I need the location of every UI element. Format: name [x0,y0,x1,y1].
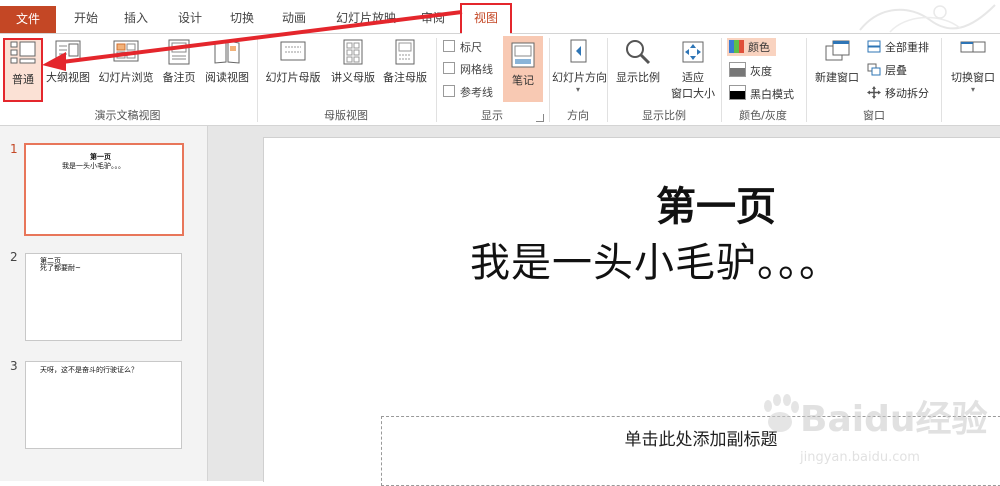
notes-icon [511,42,535,68]
normal-view-icon [10,41,36,64]
outline-view-icon [55,40,81,62]
zoom-button[interactable]: 显示比例 [612,38,664,85]
thumbnail-text: 死了都要耐~ [40,264,81,272]
ribbon-tab-bar: 文件 开始 插入 设计 切换 动画 幻灯片放映 审阅 视图 [0,0,1000,34]
slide-master-button[interactable]: 幻灯片母版 [262,38,324,85]
group-label: 母版视图 [324,109,368,122]
group-master-views: 幻灯片母版 讲义母版 备注母版 母版视图 [258,34,434,125]
group-label: 显示比例 [642,109,686,122]
tab-home[interactable]: 开始 [66,6,106,30]
color-swatch-icon [729,40,744,53]
switch-windows-button[interactable]: 切换窗口 ▾ [947,38,999,94]
handout-master-button[interactable]: 讲义母版 [328,38,378,85]
group-label: 窗口 [863,109,885,122]
chevron-down-icon: ▾ [575,85,580,94]
dialog-launcher-icon[interactable] [536,114,544,122]
group-window: 新建窗口 全部重排 层叠 移动拆分 切换窗口 ▾ 窗口 [807,34,1000,125]
ruler-checkbox[interactable]: 标尺 [443,39,482,55]
guides-checkbox[interactable]: 参考线 [443,84,493,100]
slide-master-icon [280,41,306,61]
checkbox-box [443,40,455,52]
group-separator [941,38,942,122]
thumbnail-title: 天呀，这不是奋斗的行驶证么？ [40,366,138,374]
group-label: 演示文稿视图 [94,109,161,122]
fit-to-window-icon [682,41,704,63]
notes-master-icon [395,39,415,65]
slide-number: 1 [10,142,18,156]
normal-view-button[interactable]: 普通 [3,38,43,102]
slide-thumbnail-1[interactable]: 第一页 我是一头小毛驴。。。 [24,143,184,236]
notes-master-button[interactable]: 备注母版 [380,38,430,85]
watermark-text: Baidu经验 [800,399,988,440]
grayscale-button[interactable]: 灰度 [729,62,772,79]
watermark-url: jingyan.baidu.com [800,450,920,465]
ribbon-view: 普通 大纲视图 幻灯片浏览 备注页 阅读视图 演示文稿视图 幻灯片母版 讲义母版… [0,34,1000,126]
slide-thumbnail-3[interactable]: 天呀，这不是奋斗的行驶证么？ [25,361,182,449]
checkbox-box [443,85,455,97]
reading-view-button[interactable]: 阅读视图 [202,38,252,85]
switch-windows-icon [960,41,986,53]
tab-insert[interactable]: 插入 [116,6,156,30]
slide-thumbnail-2[interactable]: 第二页 死了都要耐~ [25,253,182,341]
move-split-icon [867,86,881,99]
tab-animations[interactable]: 动画 [274,6,314,30]
paw-logo-icon [764,394,799,432]
group-label: 方向 [567,109,589,122]
group-zoom: 显示比例 适应 窗口大小 显示比例 [608,34,720,125]
slide-number: 2 [10,250,18,264]
thumbnail-title: 第一页 [90,153,111,161]
group-label: 显示 [481,109,503,122]
chevron-down-icon: ▾ [970,85,975,94]
tab-design[interactable]: 设计 [170,6,210,30]
cascade-icon [867,63,881,76]
checkbox-box [443,62,455,74]
cascade-button[interactable]: 层叠 [867,62,907,78]
reading-view-icon [214,40,240,64]
black-white-swatch-icon [729,85,746,100]
notes-toggle-button[interactable]: 笔记 [503,36,543,102]
tab-transitions[interactable]: 切换 [222,6,262,30]
thumbnail-text: 我是一头小毛驴。。。 [62,162,125,170]
color-button[interactable]: 颜色 [727,38,776,56]
group-color-grayscale: 颜色 灰度 黑白模式 颜色/灰度 [722,34,804,125]
new-window-icon [825,40,850,61]
group-orientation: 幻灯片方向 ▾ 方向 [550,34,607,125]
grayscale-swatch-icon [729,62,746,77]
gridlines-checkbox[interactable]: 网格线 [443,61,493,77]
tab-slideshow[interactable]: 幻灯片放映 [326,6,406,30]
magnifier-icon [626,40,651,65]
slide-body-text[interactable]: 我是一头小毛驴。。。 [470,230,840,288]
handout-master-icon [343,39,363,65]
tab-review[interactable]: 审阅 [414,6,452,30]
decorative-swirl-icon [859,4,996,33]
notes-page-icon [168,39,190,65]
group-show: 标尺 网格线 参考线 笔记 显示 [437,34,547,125]
group-label: 颜色/灰度 [739,109,787,122]
tab-file[interactable]: 文件 [0,6,56,33]
black-white-button[interactable]: 黑白模式 [729,85,794,102]
slide-title[interactable]: 第一页 [656,174,776,232]
arrange-all-icon [867,40,881,53]
arrange-all-button[interactable]: 全部重排 [867,39,929,55]
slide-orientation-icon [570,39,587,63]
group-presentation-views: 普通 大纲视图 幻灯片浏览 备注页 阅读视图 演示文稿视图 [0,34,255,125]
baidu-watermark: Baidu经验 jingyan.baidu.com [760,380,1000,480]
new-window-button[interactable]: 新建窗口 [811,38,863,85]
slide-number: 3 [10,359,18,373]
fit-to-window-button[interactable]: 适应 窗口大小 [668,38,718,101]
move-split-button[interactable]: 移动拆分 [867,85,929,101]
slide-thumbnail-pane: 1 第一页 我是一头小毛驴。。。 2 第二页 死了都要耐~ 3 天呀，这不是奋斗… [0,126,208,481]
notes-page-button[interactable]: 备注页 [160,38,198,85]
slide-sorter-button[interactable]: 幻灯片浏览 [96,38,156,85]
outline-view-button[interactable]: 大纲视图 [44,38,92,85]
slide-orientation-button[interactable]: 幻灯片方向 ▾ [552,38,607,94]
tab-view[interactable]: 视图 [460,3,512,34]
slide-sorter-icon [113,40,139,62]
